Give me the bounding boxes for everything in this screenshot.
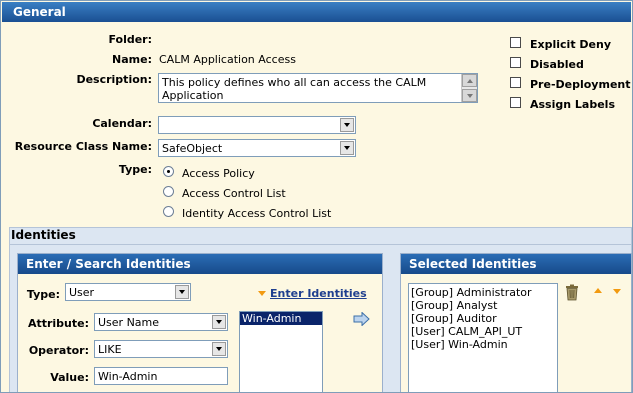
policy-form: General Folder: Name: CALM Application A…: [0, 0, 633, 393]
description-scrollbar[interactable]: [461, 74, 477, 102]
chevron-down-icon[interactable]: [175, 285, 189, 299]
operator-select[interactable]: LIKE: [94, 340, 228, 358]
name-value: CALM Application Access: [159, 53, 296, 66]
assign-labels-label: Assign Labels: [530, 98, 615, 111]
resource-class-select[interactable]: SafeObject: [158, 139, 356, 157]
selected-identities-list[interactable]: [Group] Administrator [Group] Analyst [G…: [408, 283, 558, 392]
radio-access-control-list[interactable]: [163, 186, 174, 197]
identity-type-label: Type:: [26, 288, 60, 301]
enter-identities-link[interactable]: Enter Identities: [270, 287, 367, 300]
enter-search-header: Enter / Search Identities: [18, 254, 382, 274]
type-label: Type:: [118, 163, 152, 176]
value-label: Value:: [50, 371, 89, 384]
search-results-list[interactable]: Win-Admin: [239, 311, 323, 392]
list-item[interactable]: [Group] Administrator: [409, 286, 557, 299]
radio-identity-acl[interactable]: [163, 206, 174, 217]
assign-labels-checkbox[interactable]: [510, 97, 521, 108]
identities-divider: [10, 244, 631, 245]
expand-arrow-icon: [258, 291, 266, 296]
move-up-icon[interactable]: [594, 288, 602, 293]
list-item[interactable]: [Group] Auditor: [409, 312, 557, 325]
list-item[interactable]: [Group] Analyst: [409, 299, 557, 312]
identities-header: Identities: [11, 228, 76, 242]
chevron-down-icon[interactable]: [340, 141, 354, 155]
add-arrow-icon[interactable]: [353, 311, 370, 327]
identity-type-select[interactable]: User: [65, 283, 191, 301]
list-item[interactable]: [User] CALM_API_UT: [409, 325, 557, 338]
attribute-select[interactable]: User Name: [94, 313, 228, 331]
resource-class-value: SafeObject: [162, 142, 223, 155]
general-header: General: [2, 2, 631, 22]
description-text: This policy defines who all can access t…: [162, 76, 427, 102]
description-label: Description:: [76, 73, 152, 86]
operator-value: LIKE: [98, 343, 122, 356]
name-label: Name:: [112, 53, 152, 66]
move-down-icon[interactable]: [613, 289, 621, 294]
type-option-access-control-list: Access Control List: [182, 187, 286, 200]
scroll-down-icon[interactable]: [462, 89, 477, 102]
pre-deployment-checkbox[interactable]: [510, 77, 521, 88]
disabled-label: Disabled: [530, 58, 584, 71]
chevron-down-icon[interactable]: [212, 315, 226, 329]
list-item[interactable]: [User] Win-Admin: [409, 338, 557, 351]
list-item[interactable]: Win-Admin: [240, 312, 322, 325]
attribute-label: Attribute:: [27, 317, 89, 330]
chevron-down-icon[interactable]: [340, 118, 354, 132]
resource-class-label: Resource Class Name:: [14, 140, 152, 153]
pre-deployment-label: Pre-Deployment: [530, 78, 631, 91]
identity-type-value: User: [69, 286, 95, 299]
folder-label: Folder:: [108, 33, 152, 46]
radio-access-policy[interactable]: [163, 166, 174, 177]
chevron-down-icon[interactable]: [212, 342, 226, 356]
selected-identities-header: Selected Identities: [401, 254, 631, 274]
value-input[interactable]: Win-Admin: [94, 367, 228, 385]
calendar-select[interactable]: [158, 116, 356, 134]
type-option-access-policy: Access Policy: [182, 167, 255, 180]
type-option-identity-acl: Identity Access Control List: [182, 207, 332, 220]
trash-icon[interactable]: [565, 284, 579, 301]
disabled-checkbox[interactable]: [510, 57, 521, 68]
description-textarea[interactable]: This policy defines who all can access t…: [158, 73, 478, 103]
operator-label: Operator:: [28, 344, 89, 357]
attribute-value: User Name: [98, 316, 160, 329]
explicit-deny-label: Explicit Deny: [530, 38, 611, 51]
value-input-text: Win-Admin: [98, 370, 158, 383]
calendar-label: Calendar:: [92, 117, 152, 130]
explicit-deny-checkbox[interactable]: [510, 37, 521, 48]
scroll-up-icon[interactable]: [462, 74, 477, 87]
